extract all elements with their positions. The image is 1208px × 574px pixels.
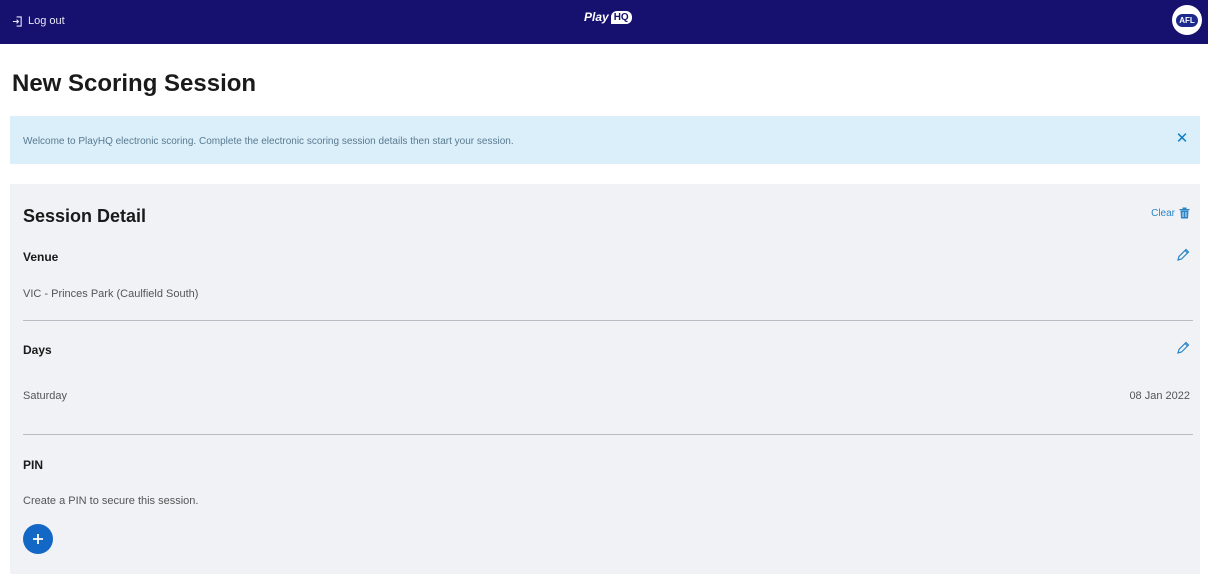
organisation-avatar[interactable]: AFL [1172,5,1202,35]
date-value: 08 Jan 2022 [1129,390,1190,402]
clear-label: Clear [1151,207,1175,219]
brand-text: Play [584,10,609,24]
info-banner: Welcome to PlayHQ electronic scoring. Co… [10,116,1200,164]
close-icon[interactable]: ✕ [1172,129,1192,149]
logout-label: Log out [28,15,65,27]
top-nav-bar: Log out Play HQ AFL [0,0,1208,44]
brand-badge: HQ [610,10,632,24]
venue-label: Venue [23,250,59,264]
playhq-logo: Play HQ [584,10,632,24]
clear-button[interactable]: Clear [1151,207,1190,219]
banner-message: Welcome to PlayHQ electronic scoring. Co… [23,136,514,147]
session-detail-card: Session Detail Clear Venue VIC - Princes… [10,184,1200,574]
add-pin-button[interactable] [23,524,53,554]
trash-icon [1179,207,1190,219]
day-value: Saturday [23,390,68,402]
session-detail-title: Session Detail [23,206,147,226]
plus-icon [33,534,43,544]
logout-icon [12,15,22,27]
divider [23,434,1193,435]
page-title: New Scoring Session [12,70,257,97]
days-label: Days [23,343,52,357]
edit-venue-icon[interactable] [1176,248,1190,262]
divider [23,320,1193,321]
venue-value: VIC - Princes Park (Caulfield South) [23,288,199,300]
pin-hint: Create a PIN to secure this session. [23,495,199,507]
logout-button[interactable]: Log out [12,15,65,27]
afl-logo: AFL [1176,13,1198,27]
edit-days-icon[interactable] [1176,341,1190,355]
pin-label: PIN [23,458,44,472]
